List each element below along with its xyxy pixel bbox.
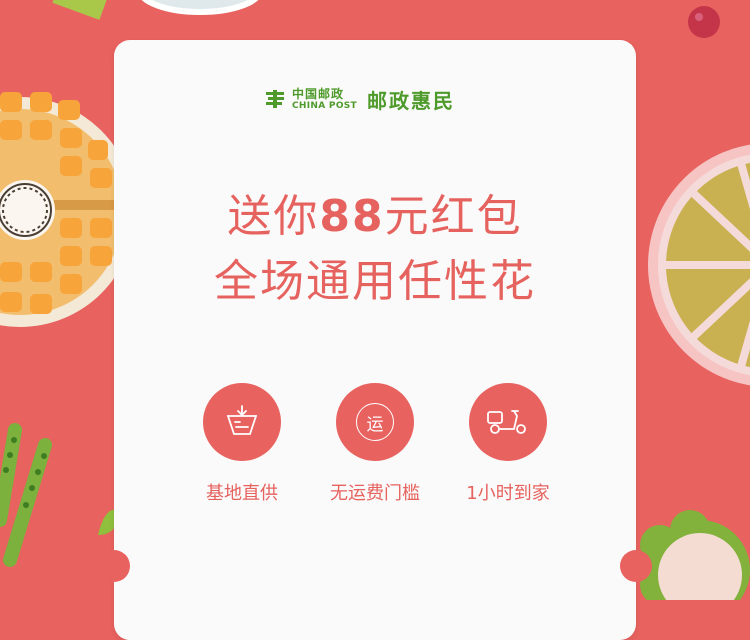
headline-line-2: 全场通用任性花 <box>214 256 536 307</box>
headline-suffix: 元红包 <box>384 191 523 242</box>
shipping-icon: 运 <box>356 403 394 441</box>
china-post-logo-icon <box>266 90 284 108</box>
scooter-icon <box>487 410 526 434</box>
leaf-decoration <box>52 0 107 20</box>
feature-one-hour-delivery: 1小时到家 <box>448 383 568 505</box>
brand-name-cn: 中国邮政 <box>292 86 345 101</box>
headline-amount: 88 <box>319 191 385 242</box>
shipping-icon-text: 运 <box>366 414 384 435</box>
feature-label: 基地直供 <box>206 483 278 504</box>
headline-prefix: 送你 <box>227 191 320 242</box>
brand-name: 中国邮政 CHINA POST <box>292 88 357 111</box>
feature-icon-circle <box>203 383 281 461</box>
card-notch-right <box>620 550 652 582</box>
card-notch-left <box>98 550 130 582</box>
feature-free-shipping: 运 无运费门槛 <box>315 383 435 505</box>
basket-icon <box>226 405 258 435</box>
brand-name-en: CHINA POST <box>292 100 357 111</box>
feature-label: 无运费门槛 <box>330 483 420 504</box>
brand-slogan: 邮政惠民 <box>367 88 455 113</box>
asparagus-decoration <box>0 423 52 567</box>
promo-card: 中国邮政 CHINA POST 邮政惠民 送你88元红包 全场通用任性花 基地直… <box>98 40 652 640</box>
berry-decoration <box>688 6 720 38</box>
plate-decoration <box>640 510 750 600</box>
headline-line-1: 送你88元红包 <box>114 195 636 239</box>
brand-header: 中国邮政 CHINA POST 邮政惠民 <box>264 84 455 114</box>
feature-icon-circle: 运 <box>336 383 414 461</box>
feature-label: 1小时到家 <box>466 483 550 504</box>
feature-icon-circle <box>469 383 547 461</box>
plate-decoration <box>141 0 259 15</box>
citrus-decoration <box>648 144 750 386</box>
feature-direct-supply: 基地直供 <box>182 383 302 505</box>
